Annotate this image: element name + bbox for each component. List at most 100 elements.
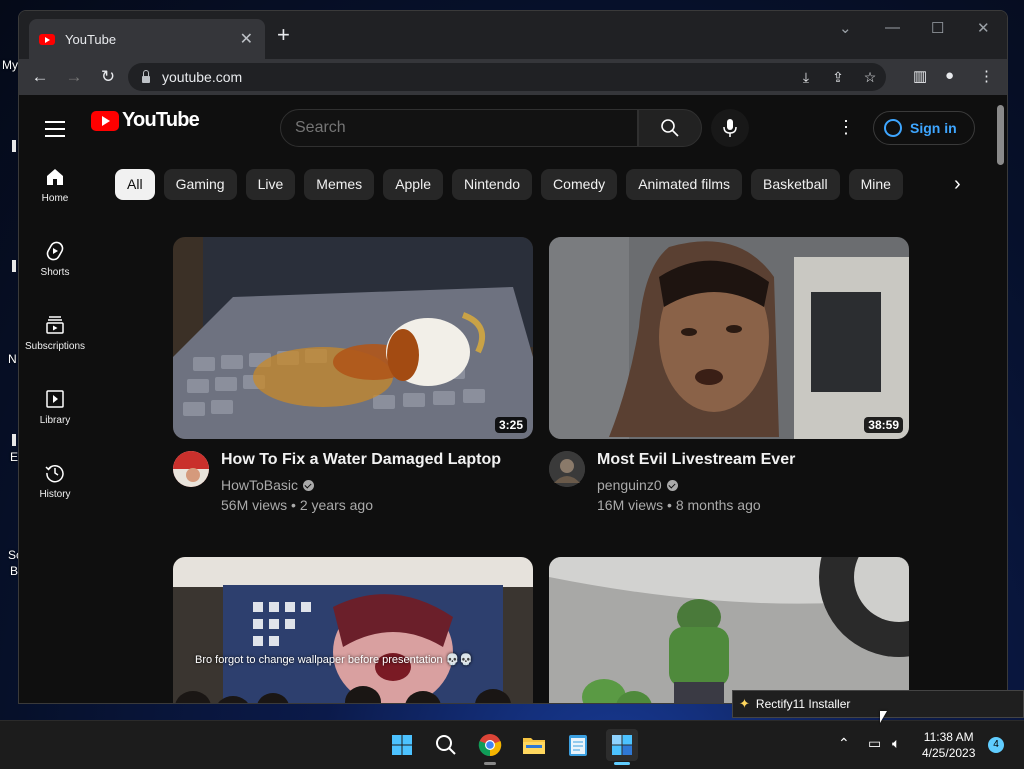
clock-time: 11:38 AM [923, 730, 974, 744]
chip-minecraft[interactable]: Mine [848, 169, 903, 200]
side-panel-icon[interactable]: ▥ [913, 67, 927, 85]
presentation-wallpaper-thumbnail-image [173, 557, 533, 703]
channel-avatar[interactable] [549, 451, 585, 487]
sidebar-item-label: History [39, 489, 71, 500]
desktop-icon-label[interactable]: N [8, 352, 17, 366]
mouse-cursor-icon [880, 711, 887, 723]
chip-memes[interactable]: Memes [304, 169, 375, 200]
new-tab-button[interactable]: + [277, 24, 290, 46]
chrome-taskbar-button[interactable] [474, 729, 506, 765]
desktop-icon-label[interactable]: B [10, 564, 18, 578]
browser-menu-icon[interactable]: ⋮ [979, 67, 994, 85]
video-card[interactable]: 38:59 Most Evil Livestream Ever penguinz… [549, 237, 909, 513]
sidebar-item-home[interactable]: Home [19, 165, 91, 239]
video-thumbnail[interactable]: 3:25 [173, 237, 533, 439]
chip-nintendo[interactable]: Nintendo [452, 169, 533, 200]
minimize-button[interactable]: — [885, 19, 900, 36]
profile-icon[interactable]: ● [945, 67, 954, 84]
tab-search-icon[interactable]: ⌄ [839, 19, 852, 37]
forward-button[interactable]: → [61, 67, 87, 87]
notification-count-badge[interactable]: 4 [988, 737, 1004, 753]
sign-in-label: Sign in [910, 120, 957, 136]
chip-live[interactable]: Live [245, 169, 296, 200]
lock-icon[interactable] [142, 69, 150, 83]
reload-button[interactable]: ↻ [95, 67, 121, 87]
notepad-taskbar-button[interactable] [562, 729, 594, 761]
chip-basketball[interactable]: Basketball [751, 169, 840, 200]
search-button[interactable] [430, 729, 462, 761]
desktop-icon[interactable] [12, 434, 16, 446]
verified-badge-icon [303, 480, 315, 491]
video-card[interactable]: 3:25 How To Fix a Water Damaged Laptop H… [173, 237, 533, 513]
upload-age: 2 years ago [299, 497, 373, 513]
video-duration: 3:25 [494, 417, 527, 433]
search-icon [661, 119, 679, 137]
settings-kebab-icon[interactable]: ⋮ [837, 117, 855, 138]
address-bar[interactable]: youtube.com ⤓ ⇪ ☆ [128, 63, 886, 91]
maximize-button[interactable]: ☐ [931, 19, 944, 37]
sidebar-item-shorts[interactable]: Shorts [19, 239, 91, 313]
sidebar-item-subscriptions[interactable]: Subscriptions [19, 313, 91, 387]
rectify11-taskbar-button[interactable] [606, 729, 638, 765]
chip-gaming[interactable]: Gaming [163, 169, 237, 200]
volume-icon[interactable]: 🔈︎ [892, 735, 900, 752]
video-title[interactable]: Most Evil Livestream Ever [597, 451, 795, 469]
video-stats: 16M views • 8 months ago [597, 497, 795, 513]
sidebar-item-library[interactable]: Library [19, 387, 91, 461]
share-icon[interactable]: ⇪ [822, 69, 854, 86]
desktop-icon-label[interactable]: E [10, 450, 18, 464]
page-scrollbar[interactable] [997, 105, 1004, 165]
video-thumbnail[interactable]: Bro forgot to change wallpaper before pr… [173, 557, 533, 703]
desktop-icon[interactable] [12, 260, 16, 272]
desktop-icon-label[interactable]: My [2, 58, 18, 72]
view-count: 16M views [597, 497, 664, 513]
video-thumbnail[interactable] [549, 557, 909, 703]
start-button[interactable] [386, 729, 418, 761]
chips-next-chevron-icon[interactable]: › [954, 173, 961, 196]
channel-name-row[interactable]: HowToBasic [221, 477, 501, 493]
video-title[interactable]: How To Fix a Water Damaged Laptop [221, 451, 501, 469]
sidebar-item-history[interactable]: History [19, 461, 91, 535]
chip-animated-films[interactable]: Animated films [626, 169, 742, 200]
chip-all[interactable]: All [115, 169, 155, 200]
laptop-coffee-thumbnail-image [173, 237, 533, 439]
close-tab-icon[interactable]: ✕ [240, 29, 253, 49]
video-card[interactable] [549, 557, 909, 703]
tab-strip: YouTube ✕ + ⌄ — ☐ ✕ [19, 11, 1007, 59]
video-stats: 56M views • 2 years ago [221, 497, 501, 513]
sidebar: Home Shorts Subscriptions Library Histor… [19, 165, 91, 535]
install-app-icon[interactable]: ⤓ [790, 69, 822, 86]
hulk-tire-thumbnail-image [549, 557, 909, 703]
desktop-icon[interactable] [12, 140, 16, 152]
filter-chips: All Gaming Live Memes Apple Nintendo Comedy Ani… [115, 169, 945, 201]
separator-dot: • [291, 497, 296, 513]
close-window-button[interactable]: ✕ [977, 19, 990, 37]
video-thumbnail[interactable]: 38:59 [549, 237, 909, 439]
installer-toast[interactable]: ✦ Rectify11 Installer [732, 690, 1024, 718]
tab-youtube[interactable]: YouTube ✕ [29, 19, 265, 59]
channel-name[interactable]: HowToBasic [221, 477, 298, 493]
url-text[interactable]: youtube.com [162, 69, 790, 85]
voice-search-button[interactable] [711, 109, 749, 147]
toast-text: Rectify11 Installer [755, 697, 851, 711]
system-clock[interactable]: 11:38 AM 4/25/2023 [922, 729, 975, 761]
youtube-logo[interactable]: YouTube [91, 109, 200, 132]
show-hidden-icons-chevron-icon[interactable]: ⌃ [838, 735, 850, 752]
video-card[interactable]: Bro forgot to change wallpaper before pr… [173, 557, 533, 703]
bookmark-star-icon[interactable]: ☆ [854, 69, 886, 86]
hamburger-menu-icon[interactable] [45, 121, 65, 142]
channel-name[interactable]: penguinz0 [597, 477, 662, 493]
search-input[interactable] [280, 109, 638, 147]
channel-name-row[interactable]: penguinz0 [597, 477, 795, 493]
file-explorer-taskbar-button[interactable] [518, 729, 550, 761]
chip-comedy[interactable]: Comedy [541, 169, 618, 200]
clock-date: 4/25/2023 [922, 746, 976, 760]
channel-avatar[interactable] [173, 451, 209, 487]
network-icon[interactable]: ▭ [868, 735, 881, 752]
sign-in-button[interactable]: Sign in [873, 111, 975, 145]
chip-apple[interactable]: Apple [383, 169, 443, 200]
back-button[interactable]: ← [27, 67, 53, 87]
browser-toolbar: ← → ↻ youtube.com ⤓ ⇪ ☆ ▥ ● ⋮ [19, 59, 1007, 95]
tab-title: YouTube [65, 31, 117, 47]
search-button[interactable] [638, 109, 702, 147]
